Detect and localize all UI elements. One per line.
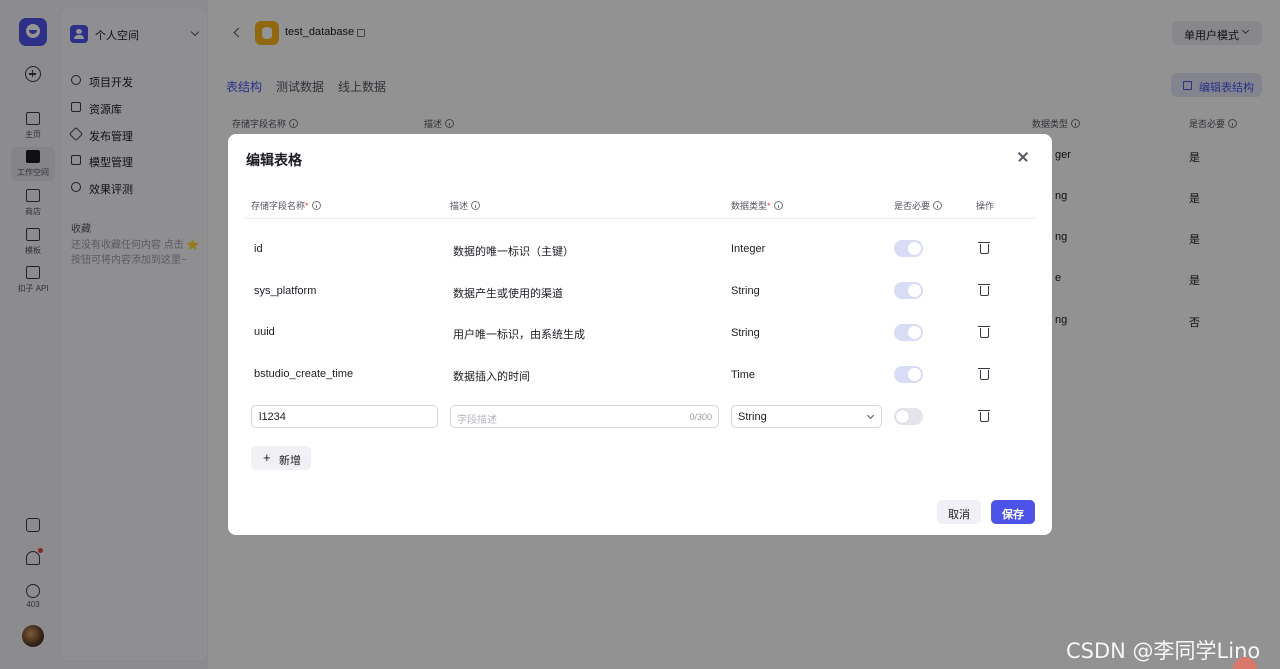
field-desc: 数据的唯一标识（主键） [453,246,574,258]
info-icon [933,201,943,210]
char-counter: 0/300 [689,412,712,422]
col-header-desc: 描述 [450,199,481,212]
plus-icon: + [263,450,271,465]
cancel-label: 取消 [948,509,970,521]
watermark: CSDN @李同学Lino [1066,639,1261,663]
required-toggle[interactable] [894,240,923,257]
col-header-required: 是否必要 [894,199,943,212]
field-type: Time [731,369,756,381]
close-icon[interactable] [1015,149,1031,165]
new-field-type-select[interactable]: String [731,405,882,428]
field-name: uuid [254,326,275,338]
required-toggle[interactable] [894,282,923,299]
field-desc: 数据产生或使用的渠道 [453,288,563,300]
required-toggle[interactable] [894,408,923,425]
trash-icon[interactable] [978,410,990,422]
field-desc: 用户唯一标识，由系统生成 [453,329,585,341]
input-value: l1234 [259,411,286,423]
required-toggle[interactable] [894,324,923,341]
required-toggle[interactable] [894,366,923,383]
field-type: String [731,327,760,339]
field-name: bstudio_create_time [254,368,354,380]
info-icon [311,201,321,210]
col-header-name: 存储字段名称* [251,199,321,212]
add-label: 新增 [279,455,301,467]
trash-icon[interactable] [978,242,990,254]
cancel-button[interactable]: 取消 [937,500,981,524]
header-divider [244,218,1036,219]
field-desc: 数据插入的时间 [453,371,530,383]
edit-table-modal: 编辑表格 存储字段名称* 描述 数据类型* 是否必要 操作 id 数据的唯一标识… [228,134,1052,535]
new-field-desc-input[interactable]: 字段描述 0/300 [450,405,719,428]
trash-icon[interactable] [978,326,990,338]
trash-icon[interactable] [978,284,990,296]
chevron-down-icon [866,411,875,420]
modal-title: 编辑表格 [246,152,302,168]
save-button[interactable]: 保存 [991,500,1035,524]
trash-icon[interactable] [978,368,990,380]
info-icon [471,201,481,210]
col-header-type: 数据类型* [731,199,783,212]
field-name: id [254,243,263,255]
add-row-button[interactable]: + 新增 [251,446,311,470]
field-type: Integer [731,243,766,255]
select-value: String [738,411,767,423]
field-type: String [731,285,760,297]
col-header-actions: 操作 [976,201,995,211]
save-label: 保存 [1002,509,1024,521]
new-field-name-input[interactable]: l1234 [251,405,438,428]
input-placeholder: 字段描述 [457,415,497,426]
field-name: sys_platform [254,285,317,297]
info-icon [773,201,783,210]
